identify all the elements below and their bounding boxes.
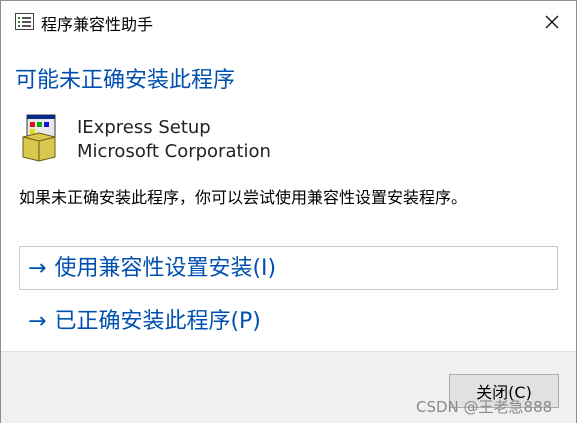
app-publisher: Microsoft Corporation (77, 141, 271, 162)
title-bar: 程序兼容性助手 (1, 1, 576, 43)
command-label: 使用兼容性设置安装(I) (54, 256, 277, 281)
arrow-right-icon: → (28, 256, 47, 281)
program-compatibility-dialog: 程序兼容性助手 可能未正确安装此程序 IExpress Setup Micros… (0, 0, 577, 423)
description-text: 如果未正确安装此程序，你可以尝试使用兼容性设置安装程序。 (19, 188, 468, 207)
app-name: IExpress Setup (77, 117, 211, 138)
command-label: 已正确安装此程序(P) (54, 309, 261, 334)
page-title: 可能未正确安装此程序 (15, 68, 236, 93)
watermark: CSDN @王老急888 (416, 398, 553, 416)
arrow-right-icon: → (28, 309, 47, 334)
try-compatibility-settings-link[interactable]: → 使用兼容性设置安装(I) (19, 246, 558, 290)
close-icon[interactable] (537, 7, 567, 37)
installed-correctly-link[interactable]: → 已正确安装此程序(P) (19, 299, 558, 343)
compatibility-assistant-icon (15, 13, 34, 30)
window-title: 程序兼容性助手 (41, 15, 154, 34)
installer-package-icon (22, 114, 56, 162)
